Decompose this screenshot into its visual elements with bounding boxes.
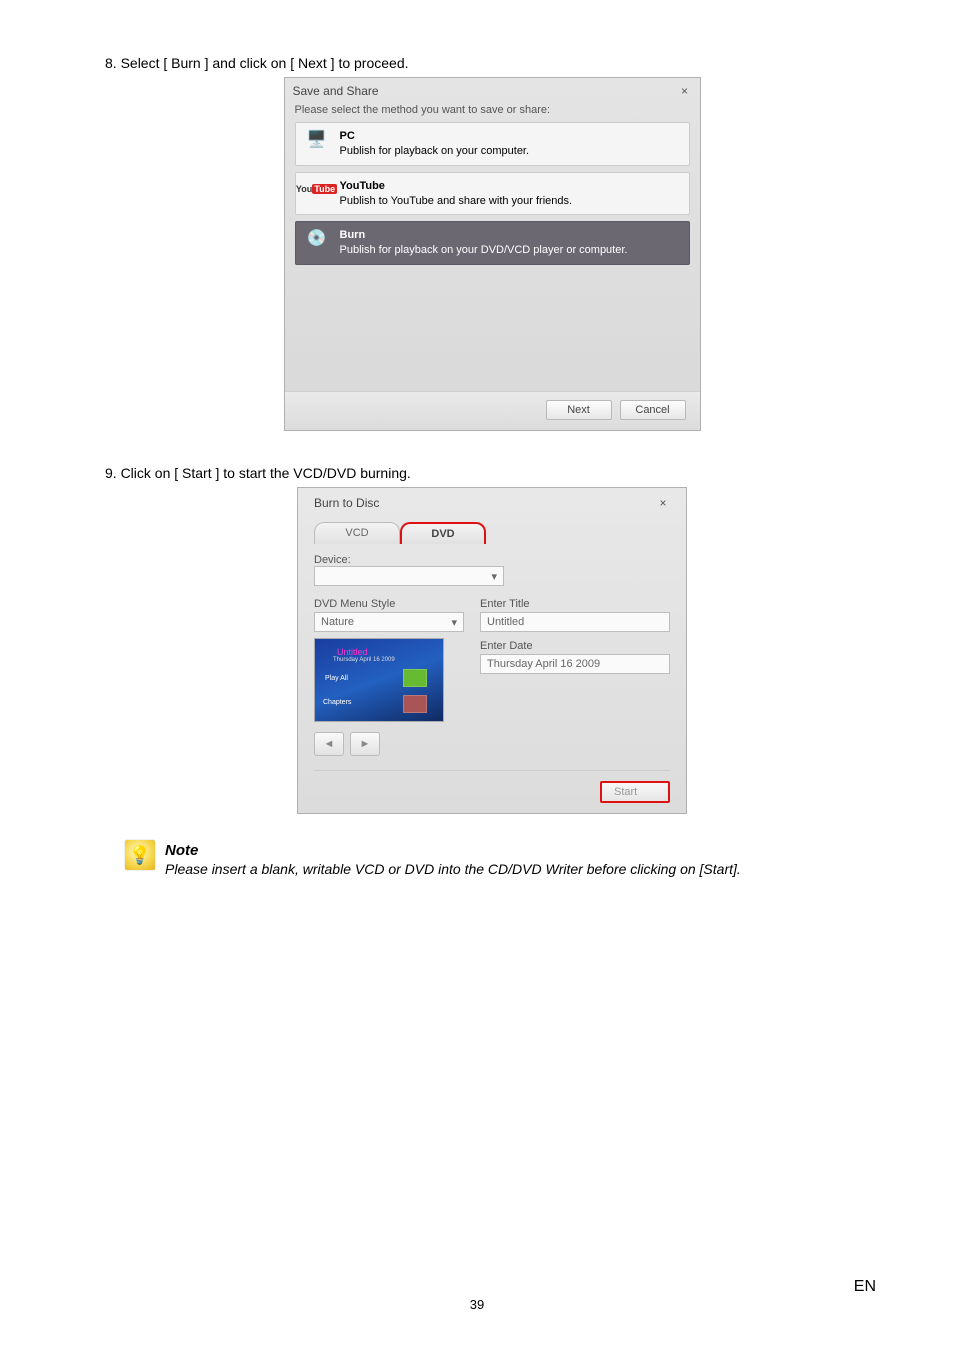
title-input[interactable]: Untitled (480, 612, 670, 632)
arrow-right-icon: ► (360, 738, 371, 750)
close-icon[interactable]: × (656, 496, 670, 510)
burn-to-disc-dialog: Burn to Disc × VCD DVD Device: ▾ DVD Men… (297, 487, 687, 814)
chevron-down-icon: ▾ (491, 570, 497, 583)
preview-subtitle: Thursday April 16 2009 (333, 657, 395, 663)
title-value: Untitled (487, 616, 524, 628)
next-button[interactable]: Next (546, 400, 612, 420)
preview-thumb (403, 669, 427, 687)
arrow-left-icon: ◄ (324, 738, 335, 750)
lightbulb-icon: 💡 (125, 840, 155, 870)
footer-language: EN (854, 1278, 876, 1296)
tab-vcd[interactable]: VCD (314, 522, 400, 544)
youtube-icon: YouTube (304, 179, 330, 199)
device-select[interactable]: ▾ (314, 566, 504, 586)
pc-icon: 🖥️ (304, 129, 330, 149)
cancel-button[interactable]: Cancel (620, 400, 686, 420)
date-value: Thursday April 16 2009 (487, 658, 600, 670)
step9-text: 9. Click on [ Start ] to start the VCD/D… (105, 465, 879, 481)
preview-thumb (403, 695, 427, 713)
device-label: Device: (314, 554, 670, 566)
menu-preview: Untitled Thursday April 16 2009 Play All… (314, 638, 444, 722)
preview-playall: Play All (325, 675, 348, 682)
tab-dvd[interactable]: DVD (400, 522, 486, 544)
close-icon[interactable]: × (678, 84, 692, 98)
note-text: Please insert a blank, writable VCD or D… (165, 861, 741, 877)
preview-chapters: Chapters (323, 699, 351, 706)
option-burn-desc: Publish for playback on your DVD/VCD pla… (340, 243, 628, 258)
option-pc[interactable]: 🖥️ PC Publish for playback on your compu… (295, 122, 690, 166)
option-burn-title: Burn (340, 228, 628, 243)
option-youtube-desc: Publish to YouTube and share with your f… (340, 194, 573, 209)
enter-date-label: Enter Date (480, 640, 670, 652)
enter-title-label: Enter Title (480, 598, 670, 610)
chevron-down-icon: ▾ (451, 616, 457, 629)
prev-style-button[interactable]: ◄ (314, 732, 344, 756)
disc-type-tabs: VCD DVD (314, 522, 670, 544)
option-youtube-title: YouTube (340, 179, 573, 194)
option-youtube[interactable]: YouTube YouTube Publish to YouTube and s… (295, 172, 690, 216)
date-input[interactable]: Thursday April 16 2009 (480, 654, 670, 674)
dialog-instruction: Please select the method you want to sav… (285, 102, 700, 122)
page-number: 39 (0, 1297, 954, 1312)
dialog-title: Save and Share (293, 84, 379, 98)
next-style-button[interactable]: ► (350, 732, 380, 756)
note-label: Note (165, 842, 741, 859)
dialog2-title: Burn to Disc (314, 496, 379, 510)
option-burn[interactable]: 💿 Burn Publish for playback on your DVD/… (295, 221, 690, 265)
step8-text: 8. Select [ Burn ] and click on [ Next ]… (105, 55, 879, 71)
menu-style-select[interactable]: Nature ▾ (314, 612, 464, 632)
save-and-share-dialog: Save and Share × Please select the metho… (284, 77, 701, 431)
menu-style-value: Nature (321, 616, 354, 628)
menu-style-label: DVD Menu Style (314, 598, 464, 610)
disc-icon: 💿 (304, 228, 330, 248)
option-pc-title: PC (340, 129, 530, 144)
start-button[interactable]: Start (600, 781, 670, 803)
option-pc-desc: Publish for playback on your computer. (340, 144, 530, 159)
preview-title: Untitled (337, 647, 368, 657)
